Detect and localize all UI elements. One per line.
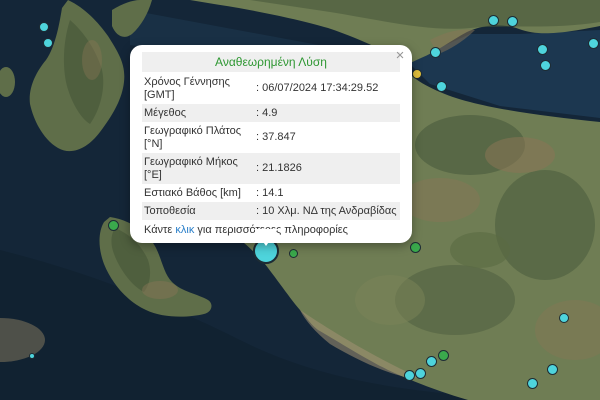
row-label: Χρόνος Γέννησης [GMT]	[144, 76, 256, 102]
earthquake-marker[interactable]	[43, 38, 53, 48]
table-row-origin-time: Χρόνος Γέννησης [GMT] : 06/07/2024 17:34…	[142, 73, 400, 104]
earthquake-marker[interactable]	[426, 356, 437, 367]
popup-title: Αναθεωρημένη Λύση	[142, 52, 400, 72]
footer-text: Κάντε	[144, 224, 175, 236]
table-row-longitude: Γεωγραφικό Μήκος [°E] : 21.1826	[142, 153, 400, 184]
earthquake-info-popup: × Αναθεωρημένη Λύση Χρόνος Γέννησης [GMT…	[130, 45, 412, 243]
table-row-latitude: Γεωγραφικό Πλάτος [°N] : 37.847	[142, 122, 400, 153]
row-value: : 10 Χλμ. ΝΔ της Ανδραβίδας	[256, 205, 398, 218]
row-label: Γεωγραφικό Πλάτος [°N]	[144, 125, 256, 151]
earthquake-marker[interactable]	[559, 313, 569, 323]
earthquake-marker[interactable]	[430, 47, 441, 58]
table-row-magnitude: Μέγεθος : 4.9	[142, 104, 400, 122]
earthquake-marker[interactable]	[410, 242, 421, 253]
earthquake-marker[interactable]	[527, 378, 538, 389]
more-info-link[interactable]: κλικ	[175, 224, 194, 236]
earthquake-marker[interactable]	[540, 60, 551, 71]
earthquake-marker[interactable]	[29, 353, 35, 359]
table-row-depth: Εστιακό Βάθος [km] : 14.1	[142, 184, 400, 202]
earthquake-marker[interactable]	[488, 15, 499, 26]
earthquake-marker[interactable]	[507, 16, 518, 27]
row-label: Μέγεθος	[144, 107, 256, 120]
row-label: Εστιακό Βάθος [km]	[144, 187, 256, 200]
earthquake-marker[interactable]	[412, 69, 422, 79]
row-value: : 21.1826	[256, 162, 398, 175]
earthquake-marker[interactable]	[547, 364, 558, 375]
earthquake-marker[interactable]	[404, 370, 415, 381]
table-row-location: Τοποθεσία : 10 Χλμ. ΝΔ της Ανδραβίδας	[142, 202, 400, 220]
row-label: Γεωγραφικό Μήκος [°E]	[144, 156, 256, 182]
earthquake-marker[interactable]	[438, 350, 449, 361]
row-value: : 14.1	[256, 187, 398, 200]
earthquake-marker[interactable]	[289, 249, 298, 258]
close-icon[interactable]: ×	[392, 48, 408, 64]
popup-table: Χρόνος Γέννησης [GMT] : 06/07/2024 17:34…	[142, 73, 400, 220]
row-value: : 06/07/2024 17:34:29.52	[256, 82, 398, 95]
row-value: : 4.9	[256, 107, 398, 120]
earthquake-marker[interactable]	[415, 368, 426, 379]
earthquake-marker[interactable]	[436, 81, 447, 92]
earthquake-marker[interactable]	[588, 38, 599, 49]
earthquake-marker[interactable]	[537, 44, 548, 55]
earthquake-marker[interactable]	[108, 220, 119, 231]
earthquake-marker[interactable]	[39, 22, 49, 32]
row-label: Τοποθεσία	[144, 205, 256, 218]
map[interactable]: × Αναθεωρημένη Λύση Χρόνος Γέννησης [GMT…	[0, 0, 600, 400]
row-value: : 37.847	[256, 131, 398, 144]
popup-tail	[254, 229, 278, 246]
